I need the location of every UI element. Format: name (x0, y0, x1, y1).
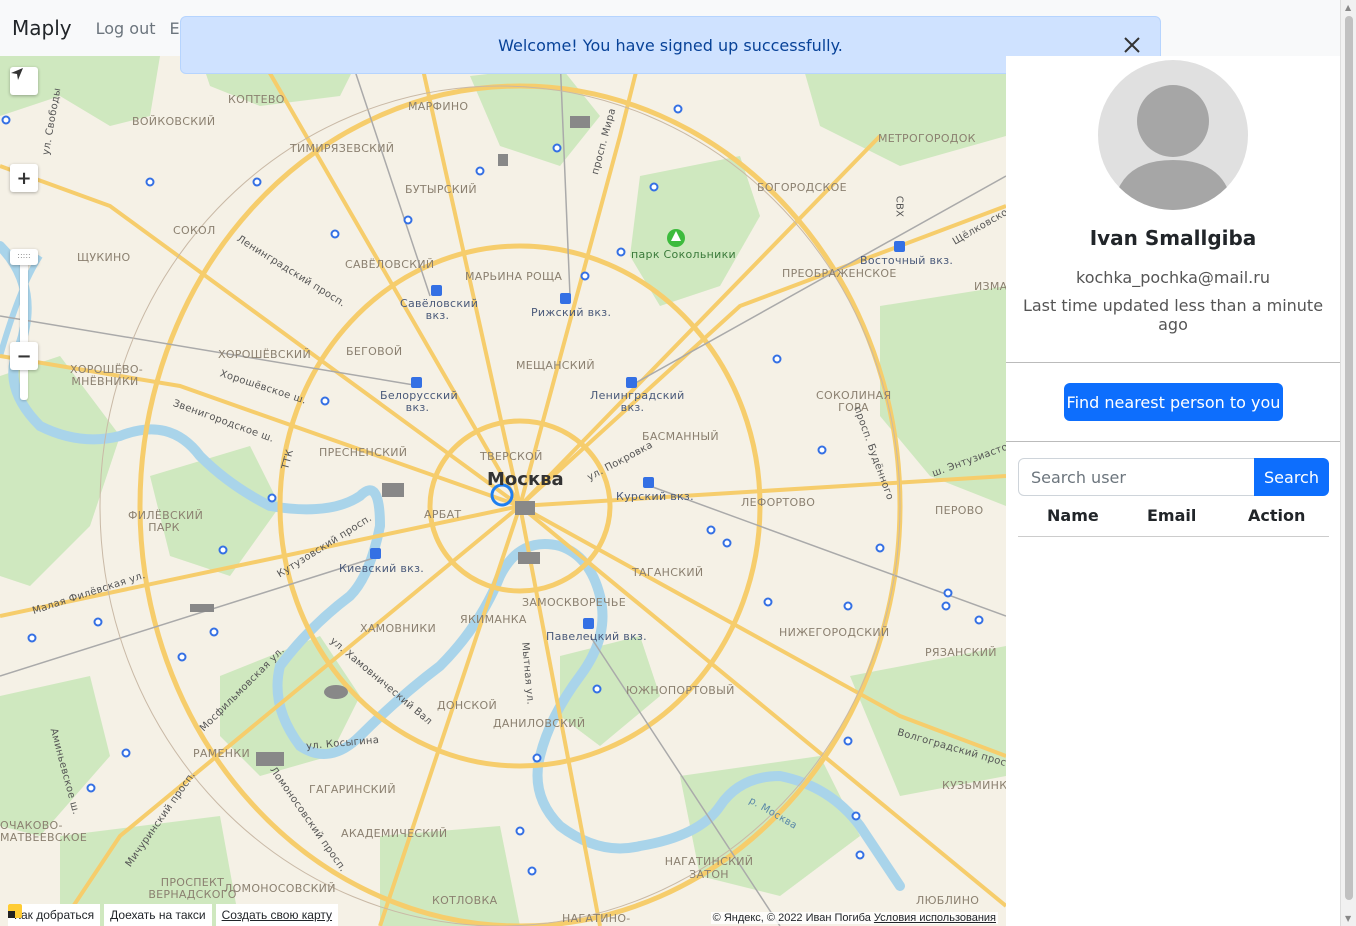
district-label: БАСМАННЫЙ (642, 430, 719, 443)
district-label: КОТЛОВКА (432, 894, 498, 907)
divider (1006, 362, 1340, 363)
zoom-handle[interactable]: ::::: (10, 249, 38, 265)
profile-updated: Last time updated less than a minute ago (1022, 296, 1324, 334)
taxi-button[interactable]: Доехать на такси (8, 904, 212, 926)
station-label: Восточный вкз. (860, 254, 954, 267)
scroll-up-icon[interactable]: ▲ (1345, 3, 1351, 12)
alert-message: Welcome! You have signed up successfully… (498, 35, 843, 55)
district-label: ФИЛЁВСКИЙ ПАРК (128, 509, 204, 534)
map-canvas (0, 56, 1006, 926)
district-label: ХОРОШЁВО-МНЁВНИКИ (70, 363, 144, 388)
map-copyright: © Яндекс, © 2022 Иван Погиба Условия исп… (710, 912, 998, 924)
district-label: ПЕРОВО (935, 504, 984, 517)
district-label: НИЖЕГОРОДСКИЙ (779, 626, 890, 639)
district-label: КУЗЬМИНКИ (942, 779, 1006, 792)
station-label: Рижский вкз. (531, 306, 612, 319)
taxi-icon (8, 904, 22, 918)
district-label: ДОНСКОЙ (437, 699, 498, 712)
user-silhouette-icon (1113, 85, 1233, 210)
taxi-label: Доехать на такси (110, 908, 206, 922)
district-label: ДАНИЛОВСКИЙ (493, 717, 586, 730)
district-label: ЛЕФОРТОВО (741, 496, 816, 509)
city-label: Москва (487, 469, 564, 490)
logout-link[interactable]: Log out (96, 19, 156, 38)
table-header-email: Email (1147, 506, 1197, 525)
table-header-name: Name (1047, 506, 1099, 525)
profile-panel: Ivan Smallgiba kochka_pochka@mail.ru Las… (1006, 56, 1340, 926)
station-label: Курский вкз. (616, 490, 694, 503)
district-label: ПРЕСНЕНСКИЙ (319, 446, 408, 459)
district-label: МАРФИНО (408, 100, 469, 113)
zoom-out-button[interactable]: − (10, 342, 38, 370)
district-label: ЯКИМАНКА (460, 613, 527, 626)
table-header-action: Action (1248, 506, 1306, 525)
district-label: ТИМИРЯЗЕВСКИЙ (290, 142, 395, 155)
district-label: ХОРОШЁВСКИЙ (218, 348, 311, 361)
district-label: БУТЫРСКИЙ (405, 183, 477, 196)
district-label: ЮЖНОПОРТОВЫЙ (626, 684, 735, 697)
district-label: РАМЕНКИ (193, 747, 251, 760)
brand-link[interactable]: Maply (12, 16, 72, 40)
district-label: ПРЕОБРАЖЕНСКОЕ (782, 267, 897, 280)
district-label: ТАГАНСКИЙ (632, 566, 704, 579)
location-arrow-icon (11, 68, 23, 80)
divider (1006, 441, 1340, 442)
park-label: парк Сокольники (631, 248, 736, 261)
district-label: ИЗМА (974, 280, 1006, 293)
find-nearest-button[interactable]: Find nearest person to you (1064, 383, 1283, 421)
district-label: МЕЩАНСКИЙ (516, 359, 595, 372)
district-label: ЗАМОСКВОРЕЧЬЕ (522, 596, 626, 609)
district-label: СОКОЛ (173, 224, 216, 237)
district-label: ТВЕРСКОЙ (480, 450, 543, 463)
district-label: ВОЙКОВСКИЙ (132, 115, 216, 128)
scroll-thumb[interactable] (1345, 16, 1353, 900)
road-label: СВХ (893, 195, 905, 218)
station-label: Белорусский вкз. (380, 389, 458, 414)
copyright-text: © Яндекс, © 2022 Иван Погиба (712, 912, 871, 924)
zoom-track[interactable] (20, 250, 28, 400)
station-label: Ленинградский вкз. (590, 389, 685, 414)
table-divider (1018, 536, 1329, 537)
district-label: САВЁЛОВСКИЙ (345, 258, 435, 271)
district-label: НАГАТИНСКИЙ ЗАТОН (664, 855, 754, 881)
close-icon[interactable] (1120, 33, 1144, 57)
district-label: АРБАТ (424, 508, 462, 521)
map-bottom-bar: Как добраться Доехать на такси Создать с… (8, 904, 339, 926)
district-label: ЛЮБЛИНО (916, 894, 980, 907)
avatar (1098, 60, 1248, 210)
district-label: ХАМОВНИКИ (360, 622, 436, 635)
profile-email: kochka_pochka@mail.ru (1076, 268, 1270, 287)
station-label: Савёловский вкз. (400, 297, 479, 322)
district-label: МАРЬИНА РОЩА (465, 270, 563, 283)
profile-name: Ivan Smallgiba (1089, 226, 1257, 250)
station-label: Киевский вкз. (339, 562, 425, 575)
district-label: ЛОМОНОСОВСКИЙ (224, 882, 336, 895)
route-label: Как добраться (14, 908, 95, 922)
zoom-in-button[interactable]: + (10, 164, 38, 192)
search-button[interactable]: Search (1254, 458, 1329, 496)
district-label: МЕТРОГОРОДОК (878, 132, 976, 145)
district-label: ОЧАКОВО-МАТВЕЕВСКОЕ (0, 819, 88, 844)
search-input[interactable]: Search user (1018, 458, 1255, 496)
district-label: АКАДЕМИЧЕСКИЙ (341, 827, 448, 840)
district-label: РЯЗАНСКИЙ (925, 646, 997, 659)
page-scrollbar[interactable]: ▲ ▼ (1340, 0, 1356, 926)
create-map-link[interactable]: Создать свою карту (215, 904, 339, 926)
terms-link[interactable]: Условия использования (874, 912, 996, 924)
district-label: ГАГАРИНСКИЙ (309, 783, 396, 796)
district-label: НАГАТИНО- (562, 912, 631, 925)
district-label: БОГОРОДСКОЕ (757, 181, 847, 194)
scroll-down-icon[interactable]: ▼ (1345, 914, 1351, 923)
district-label: КОПТЕВО (228, 93, 285, 106)
district-label: БЕГОВОЙ (346, 345, 403, 358)
station-label: Павелецкий вкз. (546, 630, 647, 643)
map[interactable]: КОПТЕВО ВОЙКОВСКИЙ МАРФИНО ТИМИРЯЗЕВСКИЙ… (0, 56, 1006, 926)
geolocation-button[interactable] (10, 67, 38, 95)
district-label: ЩУКИНО (77, 251, 131, 264)
